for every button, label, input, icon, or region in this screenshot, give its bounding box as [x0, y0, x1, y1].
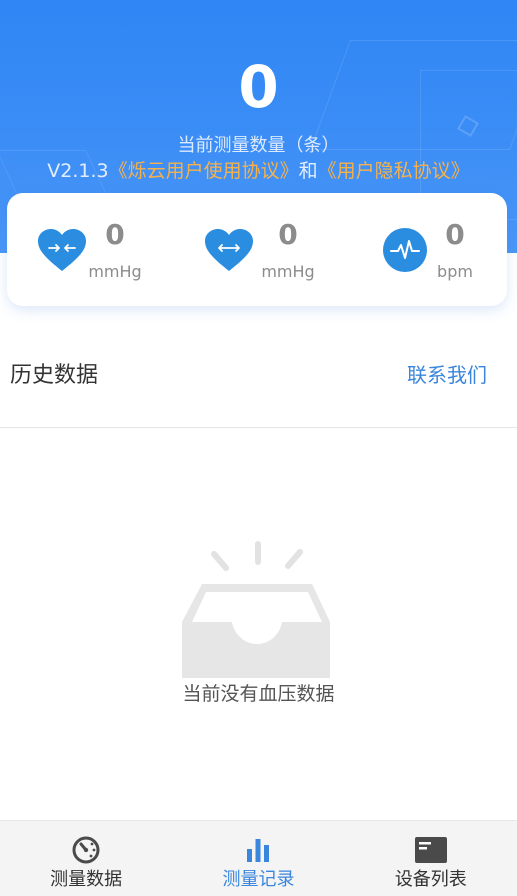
gauge-icon — [71, 835, 101, 865]
history-title: 历史数据 — [10, 363, 99, 388]
user-agreement-link[interactable]: 《烁云用户使用协议》 — [109, 160, 299, 182]
tab-label: 测量记录 — [222, 869, 295, 890]
empty-inbox-icon — [180, 538, 332, 678]
diastolic-value: 0 — [278, 218, 298, 251]
bottom-tab-bar: 测量数据 测量记录 设备列表 — [0, 820, 517, 896]
app-screen: 0 当前测量数量（条） V2.1.3《烁云用户使用协议》和《用户隐私协议》 0 … — [0, 0, 517, 896]
systolic-value: 0 — [105, 218, 125, 251]
history-section-header: 历史数据 联系我们 — [0, 346, 517, 406]
latest-readings-card: 0 mmHg 0 mmHg 0 bpm — [7, 193, 507, 306]
device-icon — [414, 835, 448, 865]
tab-measurement-records[interactable]: 测量记录 — [172, 821, 344, 896]
empty-state-message: 当前没有血压数据 — [182, 683, 335, 705]
bar-chart-icon — [243, 835, 273, 865]
tab-label: 设备列表 — [394, 869, 467, 890]
diastolic-metric: 0 mmHg — [204, 193, 344, 306]
pulse-metric: 0 bpm — [382, 193, 502, 306]
contact-us-link[interactable]: 联系我们 — [407, 360, 487, 390]
heart-expand-icon — [204, 229, 254, 277]
diastolic-unit: mmHg — [261, 262, 315, 281]
app-version: V2.1.3 — [47, 160, 109, 182]
tab-label: 测量数据 — [50, 869, 123, 890]
section-divider — [0, 427, 517, 428]
systolic-metric: 0 mmHg — [37, 193, 177, 306]
agreement-conjunction: 和 — [298, 160, 318, 182]
tab-measurement-data[interactable]: 测量数据 — [0, 821, 172, 896]
measurement-count-label: 当前测量数量（条） — [177, 135, 340, 156]
measurement-count: 0 — [238, 53, 279, 121]
agreement-line: V2.1.3《烁云用户使用协议》和《用户隐私协议》 — [0, 158, 517, 184]
tab-device-list[interactable]: 设备列表 — [345, 821, 517, 896]
privacy-agreement-link[interactable]: 《用户隐私协议》 — [318, 160, 470, 182]
pulse-unit: bpm — [437, 262, 473, 281]
pulse-value: 0 — [445, 218, 465, 251]
systolic-unit: mmHg — [88, 262, 142, 281]
